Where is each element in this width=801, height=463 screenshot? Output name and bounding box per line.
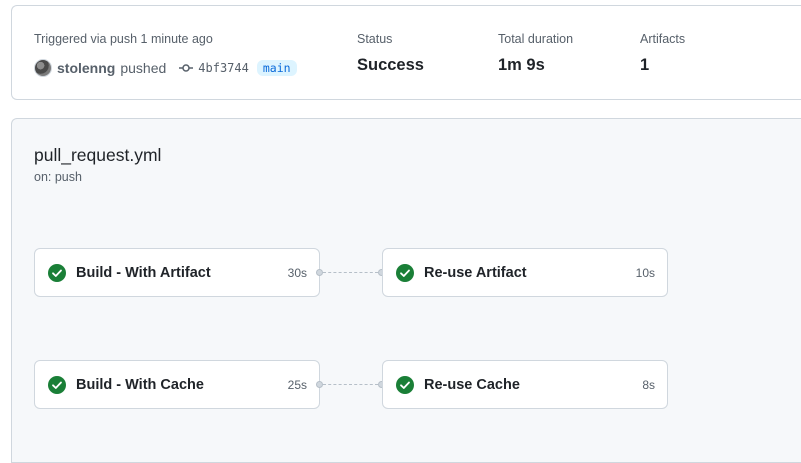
job-build-with-artifact[interactable]: Build - With Artifact 30s — [34, 248, 320, 297]
job-reuse-cache[interactable]: Re-use Cache 8s — [382, 360, 668, 409]
check-circle-icon — [396, 375, 414, 394]
actor-link[interactable]: stolenng — [57, 60, 115, 76]
duration-label: Total duration — [498, 32, 574, 46]
job-output-dot — [316, 269, 323, 276]
job-duration: 8s — [642, 377, 655, 392]
artifacts-count[interactable]: 1 — [640, 56, 649, 75]
check-circle-icon — [48, 263, 66, 282]
workflow-trigger: on: push — [34, 170, 82, 184]
branch-badge[interactable]: main — [256, 60, 297, 76]
job-duration: 25s — [287, 377, 307, 392]
check-circle-icon — [48, 375, 66, 394]
job-name: Re-use Cache — [424, 376, 520, 393]
duration-value: 1m 9s — [498, 56, 545, 74]
actor-row: stolenng pushed 4bf3744 main — [34, 58, 297, 78]
dependency-connector — [323, 384, 378, 385]
run-summary-card: Triggered via push 1 minute ago stolenng… — [11, 5, 801, 100]
job-name: Build - With Artifact — [76, 264, 211, 281]
trigger-text: Triggered via push 1 minute ago — [34, 32, 213, 46]
push-action-text: pushed — [120, 60, 167, 76]
check-circle-icon — [396, 263, 414, 282]
commit-sha-link[interactable]: 4bf3744 — [198, 61, 249, 75]
artifacts-label: Artifacts — [640, 32, 686, 46]
avatar[interactable] — [34, 59, 52, 77]
job-output-dot — [316, 381, 323, 388]
job-build-with-cache[interactable]: Build - With Cache 25s — [34, 360, 320, 409]
status-label: Status — [357, 32, 393, 46]
job-name: Re-use Artifact — [424, 264, 527, 281]
status-value: Success — [357, 56, 424, 74]
job-duration: 30s — [287, 265, 307, 280]
workflow-graph: pull_request.yml on: push Build - With A… — [11, 118, 801, 463]
job-duration: 10s — [635, 265, 655, 280]
job-name: Build - With Cache — [76, 376, 204, 393]
workflow-file-name: pull_request.yml — [34, 145, 162, 165]
job-reuse-artifact[interactable]: Re-use Artifact 10s — [382, 248, 668, 297]
dependency-connector — [323, 272, 378, 273]
git-commit-icon — [178, 60, 194, 76]
